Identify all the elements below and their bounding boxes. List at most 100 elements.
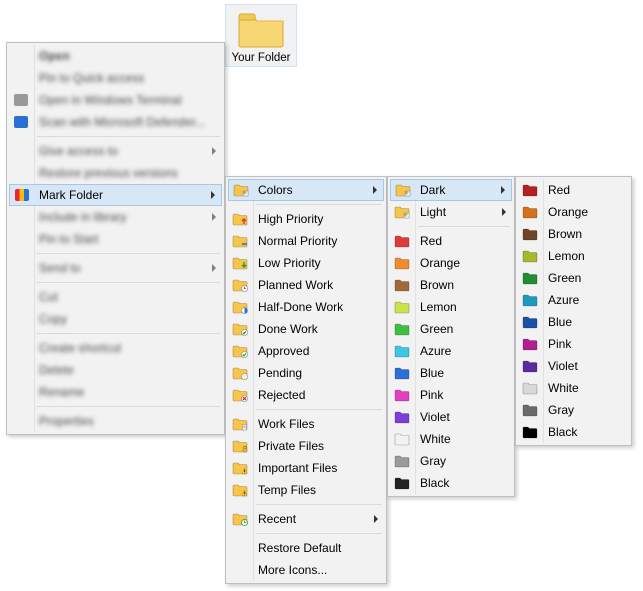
menu-item-properties[interactable]: Properties [9,410,222,432]
menu-item-dark[interactable]: Dark [390,179,512,201]
menu-item-work-files[interactable]: Work Files [228,413,384,435]
menu-item-delete[interactable]: Delete [9,359,222,381]
menu-item-open[interactable]: Open [9,45,222,67]
menu-separator [37,333,220,334]
folder-icon [522,270,538,286]
folder-icon [522,314,538,330]
menu-item-temp-files[interactable]: Temp Files [228,479,384,501]
menu-item-dark-lemon[interactable]: Lemon [518,245,629,267]
folder-icon [232,387,248,403]
menu-item-pin-quick-access[interactable]: Pin to Quick access [9,67,222,89]
menu-item-label: Low Priority [258,256,321,270]
menu-item-important-files[interactable]: Important Files [228,457,384,479]
menu-item-include-library[interactable]: Include in library [9,206,222,228]
menu-item-label: Colors [258,183,293,197]
menu-item-label: Recent [258,512,296,526]
menu-item-color-black[interactable]: Black [390,472,512,494]
menu-item-open-terminal[interactable]: Open in Windows Terminal [9,89,222,111]
menu-item-color-azure[interactable]: Azure [390,340,512,362]
menu-item-label: Done Work [258,322,318,336]
menu-separator [418,226,510,227]
menu-item-rename[interactable]: Rename [9,381,222,403]
menu-item-normal-priority[interactable]: Normal Priority [228,230,384,252]
menu-item-label: Planned Work [258,278,333,292]
menu-item-approved[interactable]: Approved [228,340,384,362]
menu-separator [256,533,382,534]
menu-item-label: High Priority [258,212,323,226]
menu-item-label: More Icons... [258,563,327,577]
menu-item-done-work[interactable]: Done Work [228,318,384,340]
chevron-right-icon [501,186,505,194]
folder-icon [522,204,538,220]
menu-item-color-blue[interactable]: Blue [390,362,512,384]
menu-item-colors[interactable]: Colors [228,179,384,201]
menu-item-color-violet[interactable]: Violet [390,406,512,428]
menu-item-dark-gray[interactable]: Gray [518,399,629,421]
menu-item-label: Work Files [258,417,314,431]
folder-icon [232,321,248,337]
menu-item-color-orange[interactable]: Orange [390,252,512,274]
menu-item-light[interactable]: Light [390,201,512,223]
folder-icon [232,511,248,527]
menu-item-copy[interactable]: Copy [9,308,222,330]
menu-item-dark-brown[interactable]: Brown [518,223,629,245]
menu-item-restore-versions[interactable]: Restore previous versions [9,162,222,184]
folder-icon [522,424,538,440]
menu-item-send-to[interactable]: Send to [9,257,222,279]
menu-item-label: Normal Priority [258,234,337,248]
folder-icon [232,255,248,271]
menu-item-label: Black [548,425,577,439]
menu-item-create-shortcut[interactable]: Create shortcut [9,337,222,359]
menu-item-dark-azure[interactable]: Azure [518,289,629,311]
menu-item-label: Black [420,476,449,490]
submenu-mark-folder: Colors High Priority Normal Priority Low… [225,176,387,584]
menu-item-dark-red[interactable]: Red [518,179,629,201]
folder-icon [522,336,538,352]
folder-icon [394,387,410,403]
menu-item-planned-work[interactable]: Planned Work [228,274,384,296]
menu-item-rejected[interactable]: Rejected [228,384,384,406]
menu-item-scan-defender[interactable]: Scan with Microsoft Defender... [9,111,222,133]
menu-item-label: Lemon [548,249,585,263]
menu-item-dark-violet[interactable]: Violet [518,355,629,377]
menu-item-color-red[interactable]: Red [390,230,512,252]
folder-icon [233,182,249,198]
menu-separator [37,282,220,283]
menu-item-pin-start[interactable]: Pin to Start [9,228,222,250]
menu-item-color-white[interactable]: White [390,428,512,450]
menu-item-dark-white[interactable]: White [518,377,629,399]
menu-item-color-green[interactable]: Green [390,318,512,340]
menu-item-pending[interactable]: ? Pending [228,362,384,384]
menu-item-dark-blue[interactable]: Blue [518,311,629,333]
folder-icon [522,182,538,198]
menu-item-more-icons[interactable]: More Icons... [228,559,384,581]
menu-item-high-priority[interactable]: High Priority [228,208,384,230]
menu-item-private-files[interactable]: Private Files [228,435,384,457]
menu-item-mark-folder[interactable]: Mark Folder [9,184,222,206]
menu-item-dark-orange[interactable]: Orange [518,201,629,223]
chevron-right-icon [212,213,216,221]
desktop-folder[interactable]: Your Folder [225,4,297,67]
mark-folder-icon [14,187,30,203]
menu-item-dark-pink[interactable]: Pink [518,333,629,355]
menu-item-cut[interactable]: Cut [9,286,222,308]
menu-item-color-lemon[interactable]: Lemon [390,296,512,318]
menu-separator [37,406,220,407]
menu-item-give-access[interactable]: Give access to [9,140,222,162]
menu-item-color-brown[interactable]: Brown [390,274,512,296]
terminal-icon [13,92,29,108]
menu-item-color-gray[interactable]: Gray [390,450,512,472]
folder-icon [522,292,538,308]
menu-item-label: Lemon [420,300,457,314]
menu-separator [37,136,220,137]
menu-item-recent[interactable]: Recent [228,508,384,530]
menu-item-label: Azure [420,344,451,358]
menu-item-dark-black[interactable]: Black [518,421,629,443]
menu-item-low-priority[interactable]: Low Priority [228,252,384,274]
menu-item-dark-green[interactable]: Green [518,267,629,289]
menu-item-label: Approved [258,344,309,358]
menu-item-restore-default[interactable]: Restore Default [228,537,384,559]
menu-separator [256,409,382,410]
menu-item-half-done-work[interactable]: Half-Done Work [228,296,384,318]
menu-item-color-pink[interactable]: Pink [390,384,512,406]
